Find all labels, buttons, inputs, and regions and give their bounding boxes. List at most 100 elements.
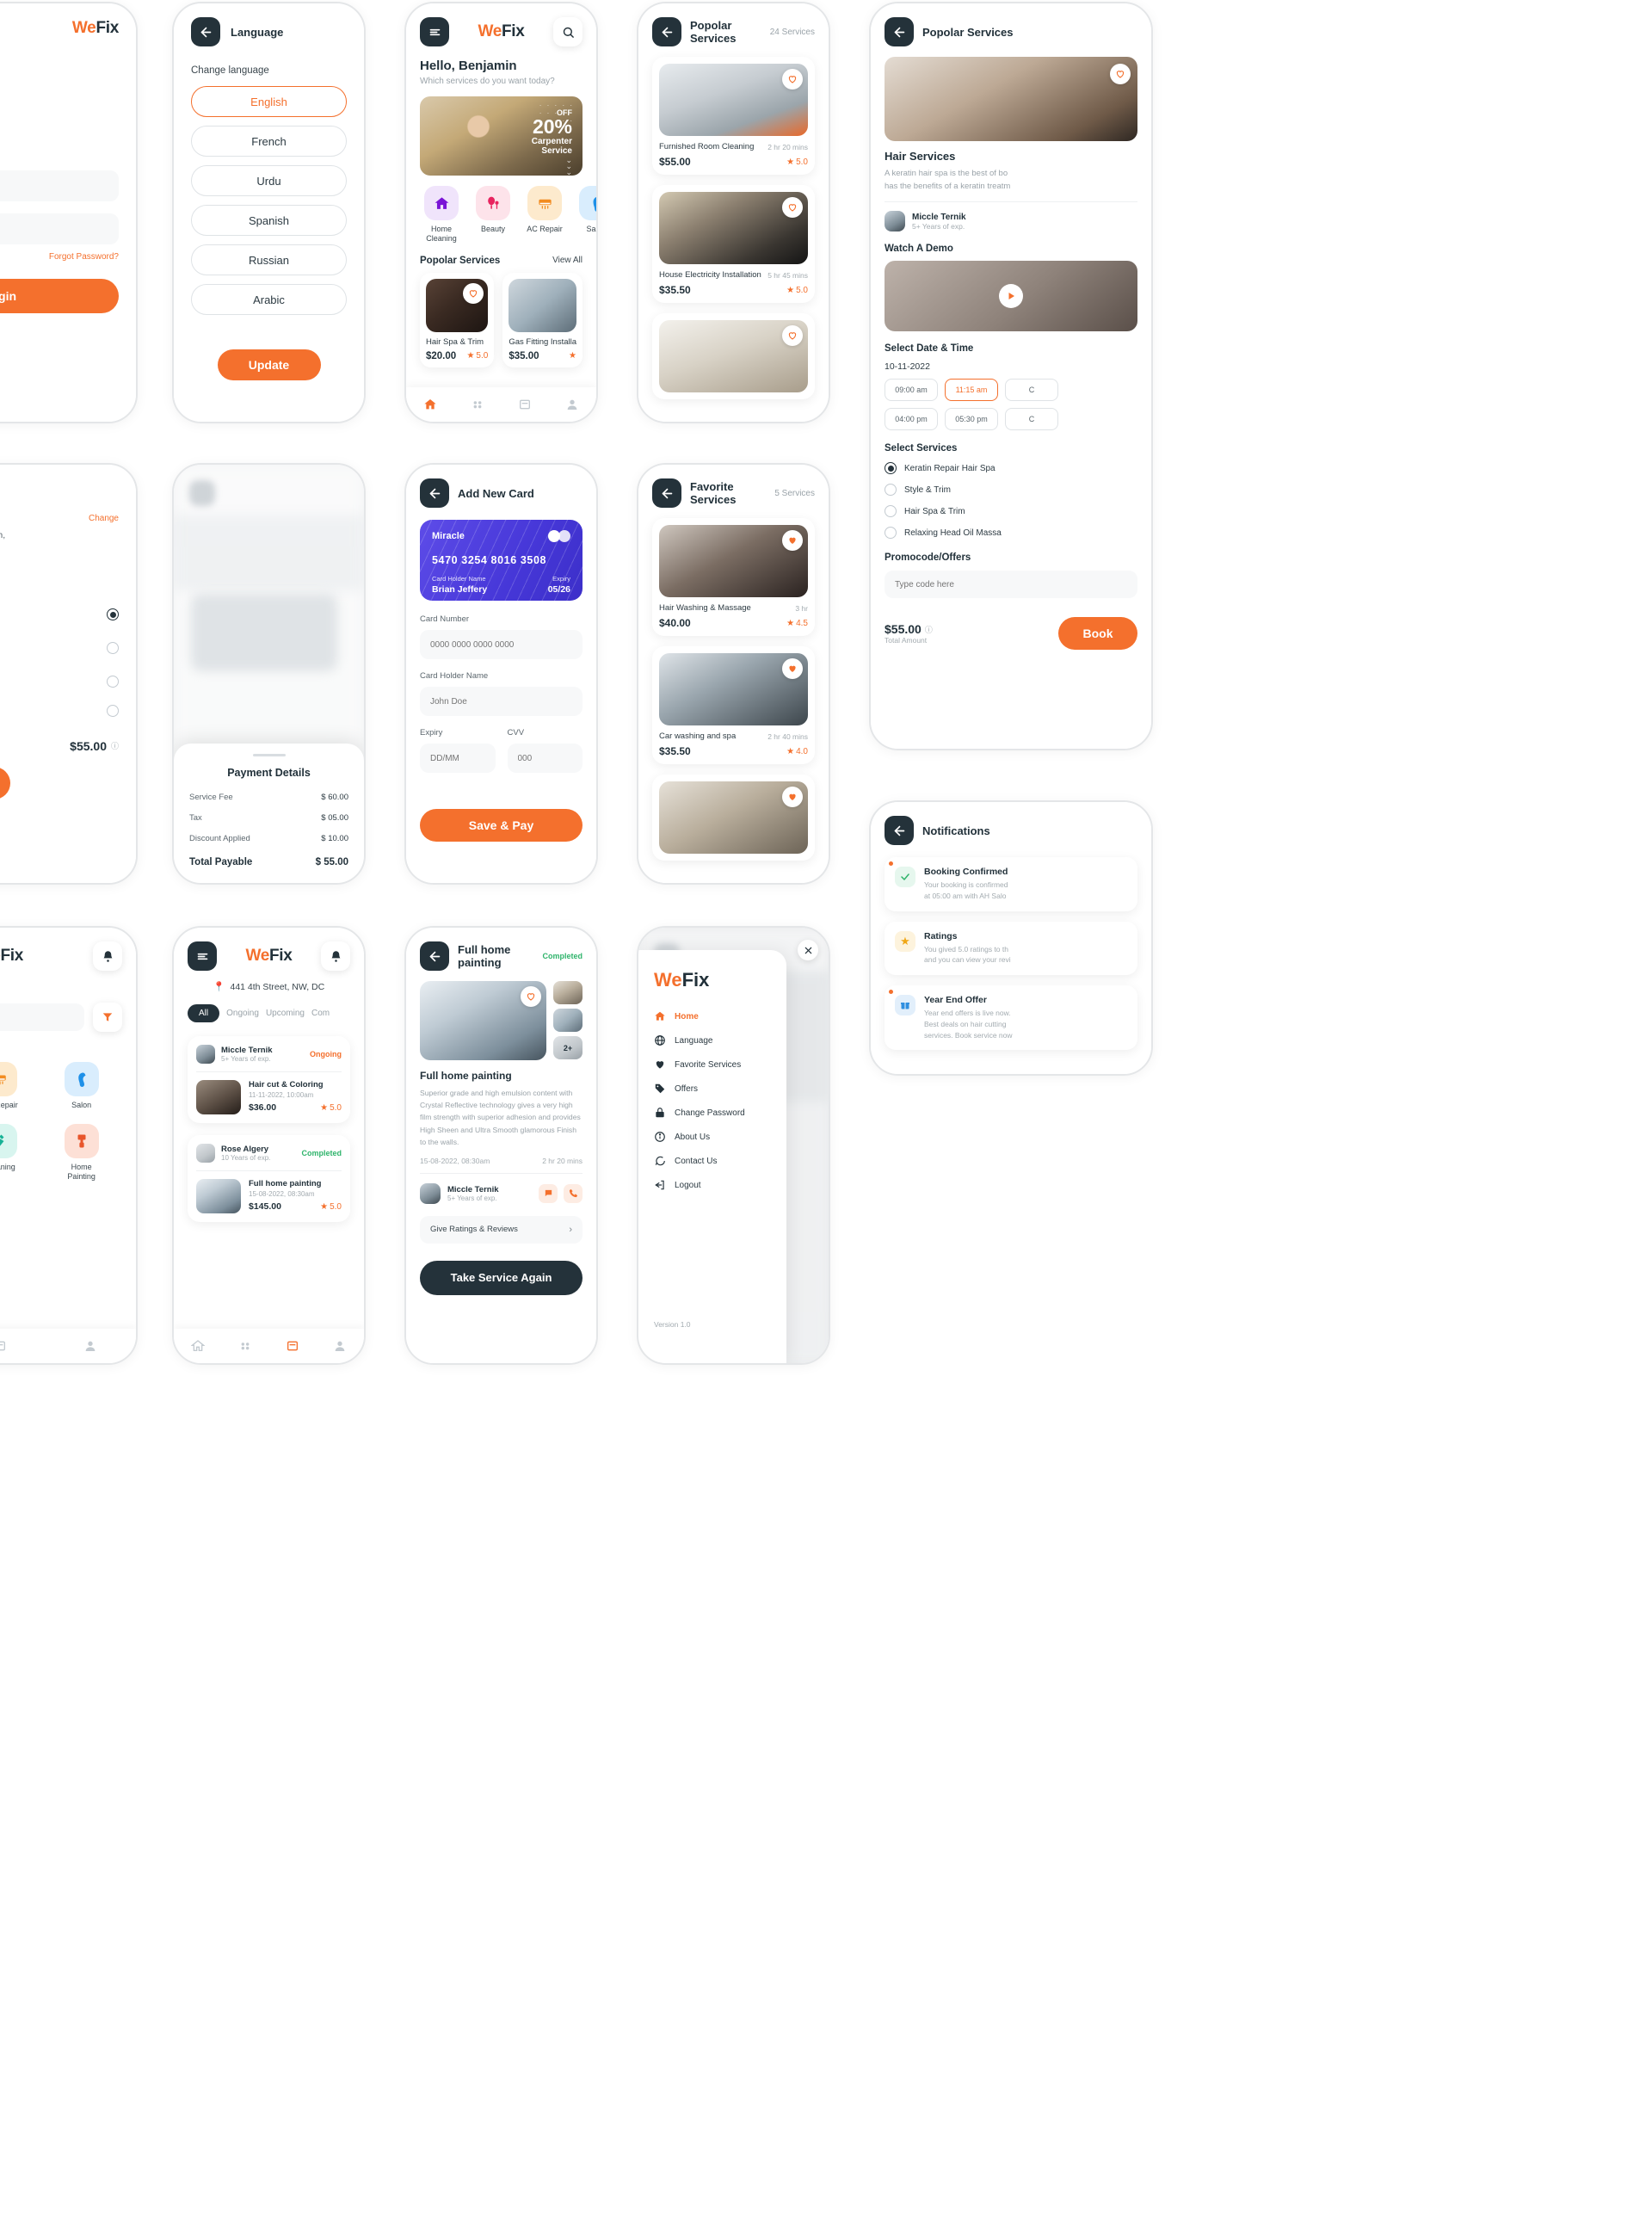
language-option-french[interactable]: French bbox=[191, 126, 347, 157]
heart-icon[interactable] bbox=[521, 986, 541, 1007]
menu-item-offers[interactable]: Offers bbox=[654, 1083, 771, 1095]
change-address-link[interactable]: Change bbox=[0, 514, 119, 523]
email-field[interactable]: gmail.com bbox=[0, 170, 119, 201]
category-ac-repair[interactable]: AC Repair bbox=[0, 1062, 22, 1110]
save-and-pay-button[interactable]: Save & Pay bbox=[420, 809, 583, 842]
menu-item-change-password[interactable]: Change Password bbox=[654, 1107, 771, 1119]
language-option-russian[interactable]: Russian bbox=[191, 244, 347, 275]
gallery-thumb[interactable] bbox=[553, 981, 583, 1004]
language-option-spanish[interactable]: Spanish bbox=[191, 205, 347, 236]
menu-item-home[interactable]: Home bbox=[654, 1010, 771, 1022]
info-icon[interactable]: ⓘ bbox=[111, 740, 119, 751]
heart-icon[interactable] bbox=[782, 325, 803, 346]
nav-grid-icon[interactable] bbox=[238, 1339, 252, 1353]
back-button[interactable] bbox=[652, 17, 681, 46]
tab-ongoing[interactable]: Ongoing bbox=[226, 1009, 259, 1018]
filter-icon[interactable] bbox=[93, 1003, 122, 1032]
time-slot[interactable]: 04:00 pm bbox=[885, 408, 938, 431]
radio-icon[interactable] bbox=[885, 462, 897, 475]
service-list-item[interactable]: House Electricity Installation 5 hr 45 m… bbox=[652, 185, 815, 303]
language-option-english[interactable]: English bbox=[191, 86, 347, 117]
heart-icon-filled[interactable] bbox=[782, 530, 803, 551]
password-field[interactable]: 3 bbox=[0, 213, 119, 244]
provider-row[interactable]: Miccle Ternik 5+ Years of exp. bbox=[885, 211, 1137, 232]
back-button[interactable] bbox=[885, 816, 914, 845]
update-button[interactable]: Update bbox=[217, 349, 321, 380]
time-slot[interactable]: C bbox=[1005, 408, 1058, 431]
category-home-cleaning[interactable]: Home Cleaning bbox=[420, 186, 463, 244]
pay-now-button[interactable]: Pay Now bbox=[0, 766, 10, 799]
time-slot[interactable]: 05:30 pm bbox=[945, 408, 998, 431]
card-holder-input[interactable] bbox=[420, 687, 583, 716]
service-option[interactable]: Keratin Repair Hair Spa bbox=[885, 462, 1137, 475]
play-icon[interactable] bbox=[999, 284, 1023, 309]
heart-icon[interactable] bbox=[782, 197, 803, 218]
favorite-item[interactable]: Car washing and spa 2 hr 40 mins $35.50 … bbox=[652, 646, 815, 764]
tab-completed[interactable]: Com bbox=[311, 1009, 330, 1018]
service-option[interactable]: Relaxing Head Oil Massa bbox=[885, 527, 1137, 540]
back-button[interactable] bbox=[652, 478, 681, 508]
nav-grid-icon[interactable] bbox=[471, 398, 484, 411]
radio-icon[interactable] bbox=[885, 505, 897, 518]
demo-video[interactable] bbox=[885, 261, 1137, 332]
payment-method-visa[interactable]: Visa •••• •••• •••• 6589 bbox=[0, 638, 119, 659]
service-option[interactable]: Hair Spa & Trim bbox=[885, 505, 1137, 518]
radio-icon[interactable] bbox=[885, 484, 897, 497]
selected-date[interactable]: 10-11-2022 bbox=[885, 361, 1137, 372]
back-button[interactable] bbox=[420, 478, 449, 508]
menu-item-favorite-services[interactable]: Favorite Services bbox=[654, 1059, 771, 1071]
card-number-field[interactable] bbox=[430, 639, 572, 650]
radio-icon[interactable] bbox=[107, 642, 119, 655]
info-icon[interactable]: ⓘ bbox=[925, 624, 933, 635]
favorite-item[interactable] bbox=[652, 775, 815, 861]
expiry-input[interactable] bbox=[420, 744, 496, 773]
forgot-password-link[interactable]: Forgot Password? bbox=[0, 252, 119, 262]
nav-profile-icon[interactable] bbox=[565, 398, 579, 411]
favorite-item[interactable]: Hair Washing & Massage 3 hr $40.00 ★ 4.5 bbox=[652, 518, 815, 636]
service-option[interactable]: Style & Trim bbox=[885, 484, 1137, 497]
service-card[interactable]: Hair Spa & Trim $20.00 ★ 5.0 bbox=[420, 272, 495, 367]
notification-item[interactable]: Booking Confirmed Your booking is confir… bbox=[885, 857, 1137, 911]
category-salon[interactable]: Salon bbox=[60, 1062, 103, 1110]
notification-item[interactable]: ★ Ratings You gived 5.0 ratings to th an… bbox=[885, 921, 1137, 975]
ratings-row[interactable]: Give Ratings & Reviews › bbox=[420, 1215, 583, 1244]
tab-all[interactable]: All bbox=[188, 1004, 220, 1022]
heart-icon[interactable] bbox=[782, 69, 803, 89]
category-beauty[interactable]: Beauty bbox=[472, 186, 515, 244]
back-button[interactable] bbox=[420, 941, 449, 971]
promo-input[interactable] bbox=[885, 571, 1137, 599]
service-card[interactable]: Gas Fitting Installa $35.00 ★ bbox=[502, 272, 583, 367]
booking-card[interactable]: Rose Algery 10 Years of exp. Completed F… bbox=[188, 1135, 350, 1222]
bell-icon[interactable] bbox=[93, 941, 122, 971]
service-list-item[interactable]: Furnished Room Cleaning 2 hr 20 mins $55… bbox=[652, 57, 815, 175]
menu-button[interactable] bbox=[188, 941, 217, 971]
nav-home-icon[interactable] bbox=[423, 398, 437, 411]
sheet-handle[interactable] bbox=[252, 754, 286, 756]
menu-button[interactable] bbox=[420, 17, 449, 46]
bell-icon[interactable] bbox=[321, 941, 350, 971]
category-home-painting[interactable]: Home Painting bbox=[60, 1123, 103, 1182]
back-button[interactable] bbox=[191, 17, 220, 46]
back-button[interactable] bbox=[885, 17, 914, 46]
language-option-urdu[interactable]: Urdu bbox=[191, 165, 347, 196]
language-option-arabic[interactable]: Arabic bbox=[191, 284, 347, 315]
cvv-field[interactable] bbox=[517, 753, 572, 763]
book-button[interactable]: Book bbox=[1058, 617, 1137, 651]
category-ac-repair[interactable]: AC Repair bbox=[523, 186, 566, 244]
payment-method-apple-pay[interactable]: Apple Pay •••• •••• •••• 2478 bbox=[0, 604, 119, 626]
service-list-item[interactable] bbox=[652, 313, 815, 399]
radio-icon[interactable] bbox=[107, 608, 119, 621]
search-field[interactable] bbox=[0, 1012, 74, 1022]
heart-icon[interactable] bbox=[1110, 64, 1131, 84]
login-button[interactable]: Login bbox=[0, 279, 119, 313]
expiry-field[interactable] bbox=[430, 753, 485, 763]
menu-item-contact-us[interactable]: Contact Us bbox=[654, 1155, 771, 1167]
radio-icon[interactable] bbox=[885, 527, 897, 540]
search-input[interactable] bbox=[0, 1003, 84, 1031]
category-cleaning[interactable]: Cleaning bbox=[0, 1123, 22, 1182]
nav-profile-icon[interactable] bbox=[333, 1339, 347, 1353]
card-holder-field[interactable] bbox=[430, 696, 572, 707]
cvv-input[interactable] bbox=[507, 744, 583, 773]
gallery-more[interactable]: 2+ bbox=[553, 1036, 583, 1059]
heart-icon-filled[interactable] bbox=[782, 787, 803, 807]
